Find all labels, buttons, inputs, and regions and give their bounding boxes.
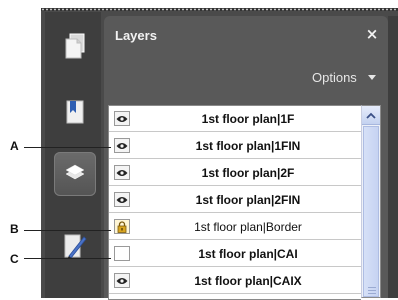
layer-lock-indicator[interactable] xyxy=(114,219,130,234)
callout-c-line xyxy=(24,258,111,259)
layer-row[interactable]: 1st floor plan|2FIN xyxy=(109,187,361,213)
panel-right-edge xyxy=(388,16,398,298)
callout-b-line xyxy=(24,230,111,231)
layer-row[interactable]: 1st floor plan|1FIN xyxy=(109,133,361,159)
layer-visibility-toggle[interactable] xyxy=(114,138,130,153)
layers-list: 1st floor plan|1F 1st floor plan|1FIN 1s… xyxy=(108,105,361,300)
layer-visibility-toggle[interactable] xyxy=(114,246,130,261)
layer-name: 1st floor plan|Border xyxy=(194,220,302,234)
thumb-grip xyxy=(368,287,376,288)
layer-visibility-toggle[interactable] xyxy=(114,273,130,288)
eye-icon xyxy=(116,115,128,122)
nav-button-pages[interactable] xyxy=(54,24,96,68)
scroll-up-button[interactable] xyxy=(362,106,380,125)
layers-icon xyxy=(65,164,85,180)
eye-icon xyxy=(116,277,128,284)
eye-icon xyxy=(116,169,128,176)
callout-a-label: A xyxy=(10,139,19,153)
layer-row[interactable]: 1st floor plan|CAI xyxy=(109,241,361,267)
layer-name: 1st floor plan|1FIN xyxy=(195,139,301,153)
layer-visibility-toggle[interactable] xyxy=(114,111,130,126)
chevron-down-icon[interactable] xyxy=(368,75,376,80)
chevron-up-icon xyxy=(366,112,376,119)
scroll-thumb[interactable] xyxy=(363,126,379,297)
layer-name: 1st floor plan|1F xyxy=(201,112,295,126)
thumb-grip xyxy=(368,290,376,291)
window-top-edge xyxy=(41,8,398,11)
callout-c-label: C xyxy=(10,252,19,266)
callout-b-label: B xyxy=(10,222,19,236)
layer-row[interactable]: 1st floor plan|CAIX xyxy=(109,268,361,294)
layer-row[interactable]: 1st floor plan|1F xyxy=(109,106,361,132)
layer-visibility-toggle[interactable] xyxy=(114,192,130,207)
eye-icon xyxy=(116,196,128,203)
panel-title: Layers xyxy=(115,28,157,43)
pages-icon xyxy=(65,33,85,59)
vertical-scrollbar[interactable] xyxy=(361,105,381,298)
layer-name: 1st floor plan|CAIX xyxy=(194,274,302,288)
callout-a-line xyxy=(24,147,111,148)
layer-row[interactable]: 1st floor plan|2F xyxy=(109,160,361,186)
lock-icon xyxy=(117,220,127,233)
layer-name: 1st floor plan|2F xyxy=(201,166,295,180)
layer-name: 1st floor plan|2FIN xyxy=(195,193,301,207)
close-icon[interactable]: × xyxy=(365,26,379,42)
layer-visibility-toggle[interactable] xyxy=(114,165,130,180)
signatures-icon xyxy=(64,234,87,259)
options-menu[interactable]: Options xyxy=(312,70,357,85)
bookmarks-icon xyxy=(66,100,84,124)
layer-name: 1st floor plan|CAI xyxy=(198,247,298,261)
nav-button-bookmarks[interactable] xyxy=(54,90,96,134)
eye-icon xyxy=(116,142,128,149)
layer-row[interactable]: 1st floor plan|Border xyxy=(109,214,361,240)
nav-button-layers[interactable] xyxy=(54,152,96,196)
thumb-grip xyxy=(368,293,376,294)
